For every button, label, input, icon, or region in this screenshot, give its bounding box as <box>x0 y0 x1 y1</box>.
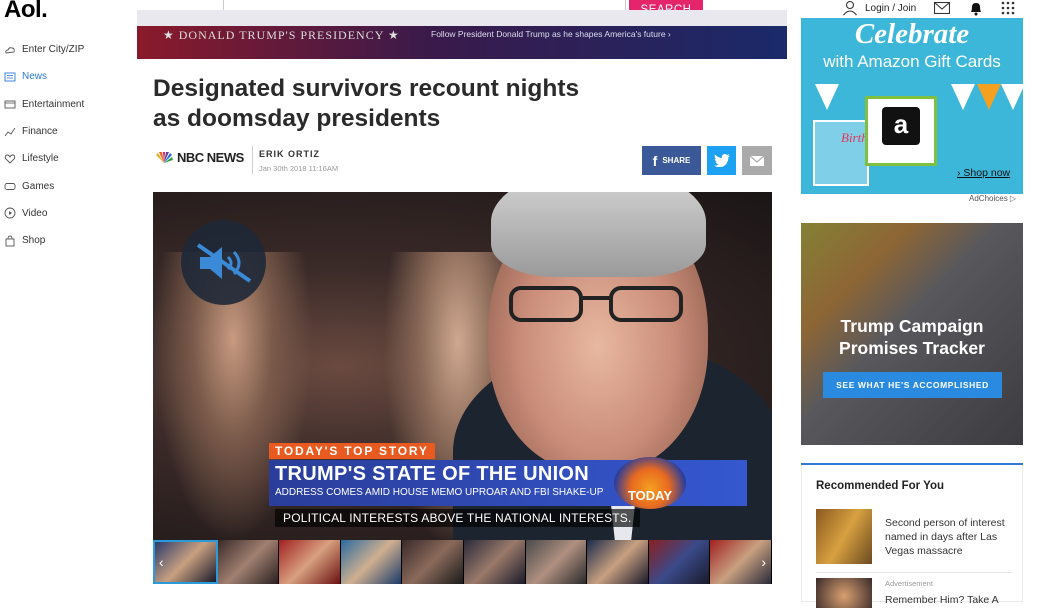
divider <box>816 572 1012 573</box>
top-story-tag: TODAY'S TOP STORY <box>269 443 435 459</box>
amazon-logo-icon: a <box>882 107 920 145</box>
sidebar-item-video[interactable]: Video <box>0 200 130 227</box>
lower-third-subtitle: ADDRESS COMES AMID HOUSE MEMO UPROAR AND… <box>275 487 604 498</box>
weather-icon <box>5 46 15 54</box>
video-subject-hair <box>491 192 706 277</box>
bunting-flag <box>977 84 1001 110</box>
tracker-headline: Trump Campaign Promises Tracker <box>839 316 985 358</box>
banner-title: ★ DONALD TRUMP'S PRESIDENCY ★ <box>163 28 400 42</box>
login-link[interactable]: Login / Join <box>865 3 916 14</box>
adchoices-link[interactable]: AdChoices ▷ <box>969 194 1016 203</box>
article-headline: Designated survivors recount nights as d… <box>153 75 580 132</box>
playlist-prev-icon[interactable]: ‹ <box>159 554 164 570</box>
recommended-link[interactable]: Remember Him? Take A <box>885 594 999 606</box>
news-icon <box>4 72 16 82</box>
lower-third: TODAY'S TOP STORY TRUMP'S STATE OF THE U… <box>269 442 764 509</box>
sidebar-item-label: Video <box>22 207 48 219</box>
sidebar-item-label: Lifestyle <box>22 153 59 165</box>
entertainment-icon <box>4 100 16 109</box>
lower-third-bar: TRUMP'S STATE OF THE UNION ADDRESS COMES… <box>269 457 747 509</box>
gamepad-icon <box>4 183 16 191</box>
sidebar-item-label: Finance <box>22 126 58 138</box>
playlist-thumb[interactable] <box>587 540 649 584</box>
playlist-thumb[interactable] <box>217 540 280 584</box>
sidebar-item-label: Entertainment <box>22 98 85 110</box>
bunting-flag <box>815 84 839 110</box>
twitter-icon <box>713 154 730 167</box>
ad-subline: with Amazon Gift Cards <box>823 52 1001 71</box>
presidency-banner[interactable]: ★ DONALD TRUMP'S PRESIDENCY ★ Follow Pre… <box>137 10 787 59</box>
header-actions: Login / Join <box>842 0 1015 16</box>
share-label: SHARE <box>662 156 691 165</box>
playlist-thumb[interactable] <box>340 540 403 584</box>
advertisement-label: Advertisement <box>885 579 933 588</box>
video-playlist: ‹ › <box>153 540 772 584</box>
byline-divider <box>252 146 253 174</box>
playlist-next-icon[interactable]: › <box>761 554 766 570</box>
recommended-accent-line <box>801 463 1023 465</box>
facebook-share-button[interactable]: f SHARE <box>642 146 701 175</box>
sidebar-item-lifestyle[interactable]: Lifestyle <box>0 145 130 172</box>
video-player[interactable]: TODAY'S TOP STORY TRUMP'S STATE OF THE U… <box>153 192 772 541</box>
sidebar-item-games[interactable]: Games <box>0 172 130 199</box>
lower-third-title: TRUMP'S STATE OF THE UNION <box>275 463 590 485</box>
card-text: Birth <box>841 130 868 145</box>
aol-logo[interactable]: Aol. <box>4 0 48 24</box>
playlist-thumb[interactable] <box>402 540 464 584</box>
video-subject-glasses <box>509 286 683 322</box>
facebook-icon: f <box>652 152 658 169</box>
twitter-share-button[interactable] <box>707 146 736 175</box>
sidebar-item-finance[interactable]: Finance <box>0 118 130 145</box>
banner-strip <box>137 10 787 26</box>
bunting-flag <box>951 84 975 110</box>
recommended-link[interactable]: Second person of interest named in days … <box>885 516 1013 558</box>
user-icon[interactable] <box>842 0 858 16</box>
envelope-icon <box>750 155 764 166</box>
sidebar-item-news[interactable]: News <box>0 63 130 90</box>
shopping-bag-icon <box>5 235 15 247</box>
today-logo-text: TODAY <box>627 488 673 503</box>
closed-caption: POLITICAL INTERESTS ABOVE THE NATIONAL I… <box>275 509 640 527</box>
sidebar-item-label: Enter City/ZIP <box>22 44 85 56</box>
heart-icon <box>4 154 16 164</box>
sidebar-item-entertainment[interactable]: Entertainment <box>0 91 130 118</box>
email-share-button[interactable] <box>742 146 772 175</box>
shop-now-link[interactable]: › Shop now <box>957 167 1010 179</box>
gift-card-image: a <box>865 96 937 166</box>
sidebar-item-weather[interactable]: Enter City/ZIP <box>0 36 130 63</box>
sidebar-nav: Enter City/ZIP News Entertainment Financ… <box>0 36 130 254</box>
playlist-thumb[interactable] <box>279 540 341 584</box>
playlist-thumb[interactable] <box>463 540 526 584</box>
peacock-icon <box>156 151 173 163</box>
source-logo[interactable]: NBC NEWS <box>154 150 244 165</box>
speaker-muted-icon <box>196 242 251 283</box>
promises-tracker-ad[interactable]: Trump Campaign Promises Tracker SEE WHAT… <box>801 223 1023 445</box>
playlist-thumb[interactable] <box>648 540 711 584</box>
sidebar-item-label: News <box>22 71 48 83</box>
tracker-cta-button[interactable]: SEE WHAT HE'S ACCOMPLISHED <box>823 372 1002 398</box>
recommended-thumb[interactable] <box>816 509 872 564</box>
source-name: NBC NEWS <box>177 150 244 165</box>
recommended-thumb[interactable] <box>816 578 872 608</box>
amazon-gift-card-ad[interactable]: Celebrate with Amazon Gift Cards Birth a… <box>801 18 1023 194</box>
sidebar-item-label: Shop <box>22 235 46 247</box>
author-name[interactable]: ERIK ORTIZ <box>259 149 320 159</box>
play-icon <box>4 207 16 219</box>
mute-button[interactable] <box>181 220 266 305</box>
recommended-title: Recommended For You <box>816 480 945 492</box>
apps-grid-icon[interactable] <box>1001 1 1015 15</box>
bunting-flag <box>1001 84 1023 110</box>
today-show-logo: TODAY <box>614 457 686 509</box>
finance-icon <box>4 127 16 136</box>
mail-icon[interactable] <box>934 2 951 14</box>
sidebar-item-label: Games <box>22 180 55 192</box>
banner-subtitle-link[interactable]: Follow President Donald Trump as he shap… <box>431 29 671 39</box>
sidebar-item-shop[interactable]: Shop <box>0 227 130 254</box>
publish-date: Jan 30th 2018 11:16AM <box>259 164 339 173</box>
bell-icon[interactable] <box>969 1 983 16</box>
playlist-thumb[interactable] <box>525 540 588 584</box>
ad-headline: Celebrate <box>854 18 970 50</box>
